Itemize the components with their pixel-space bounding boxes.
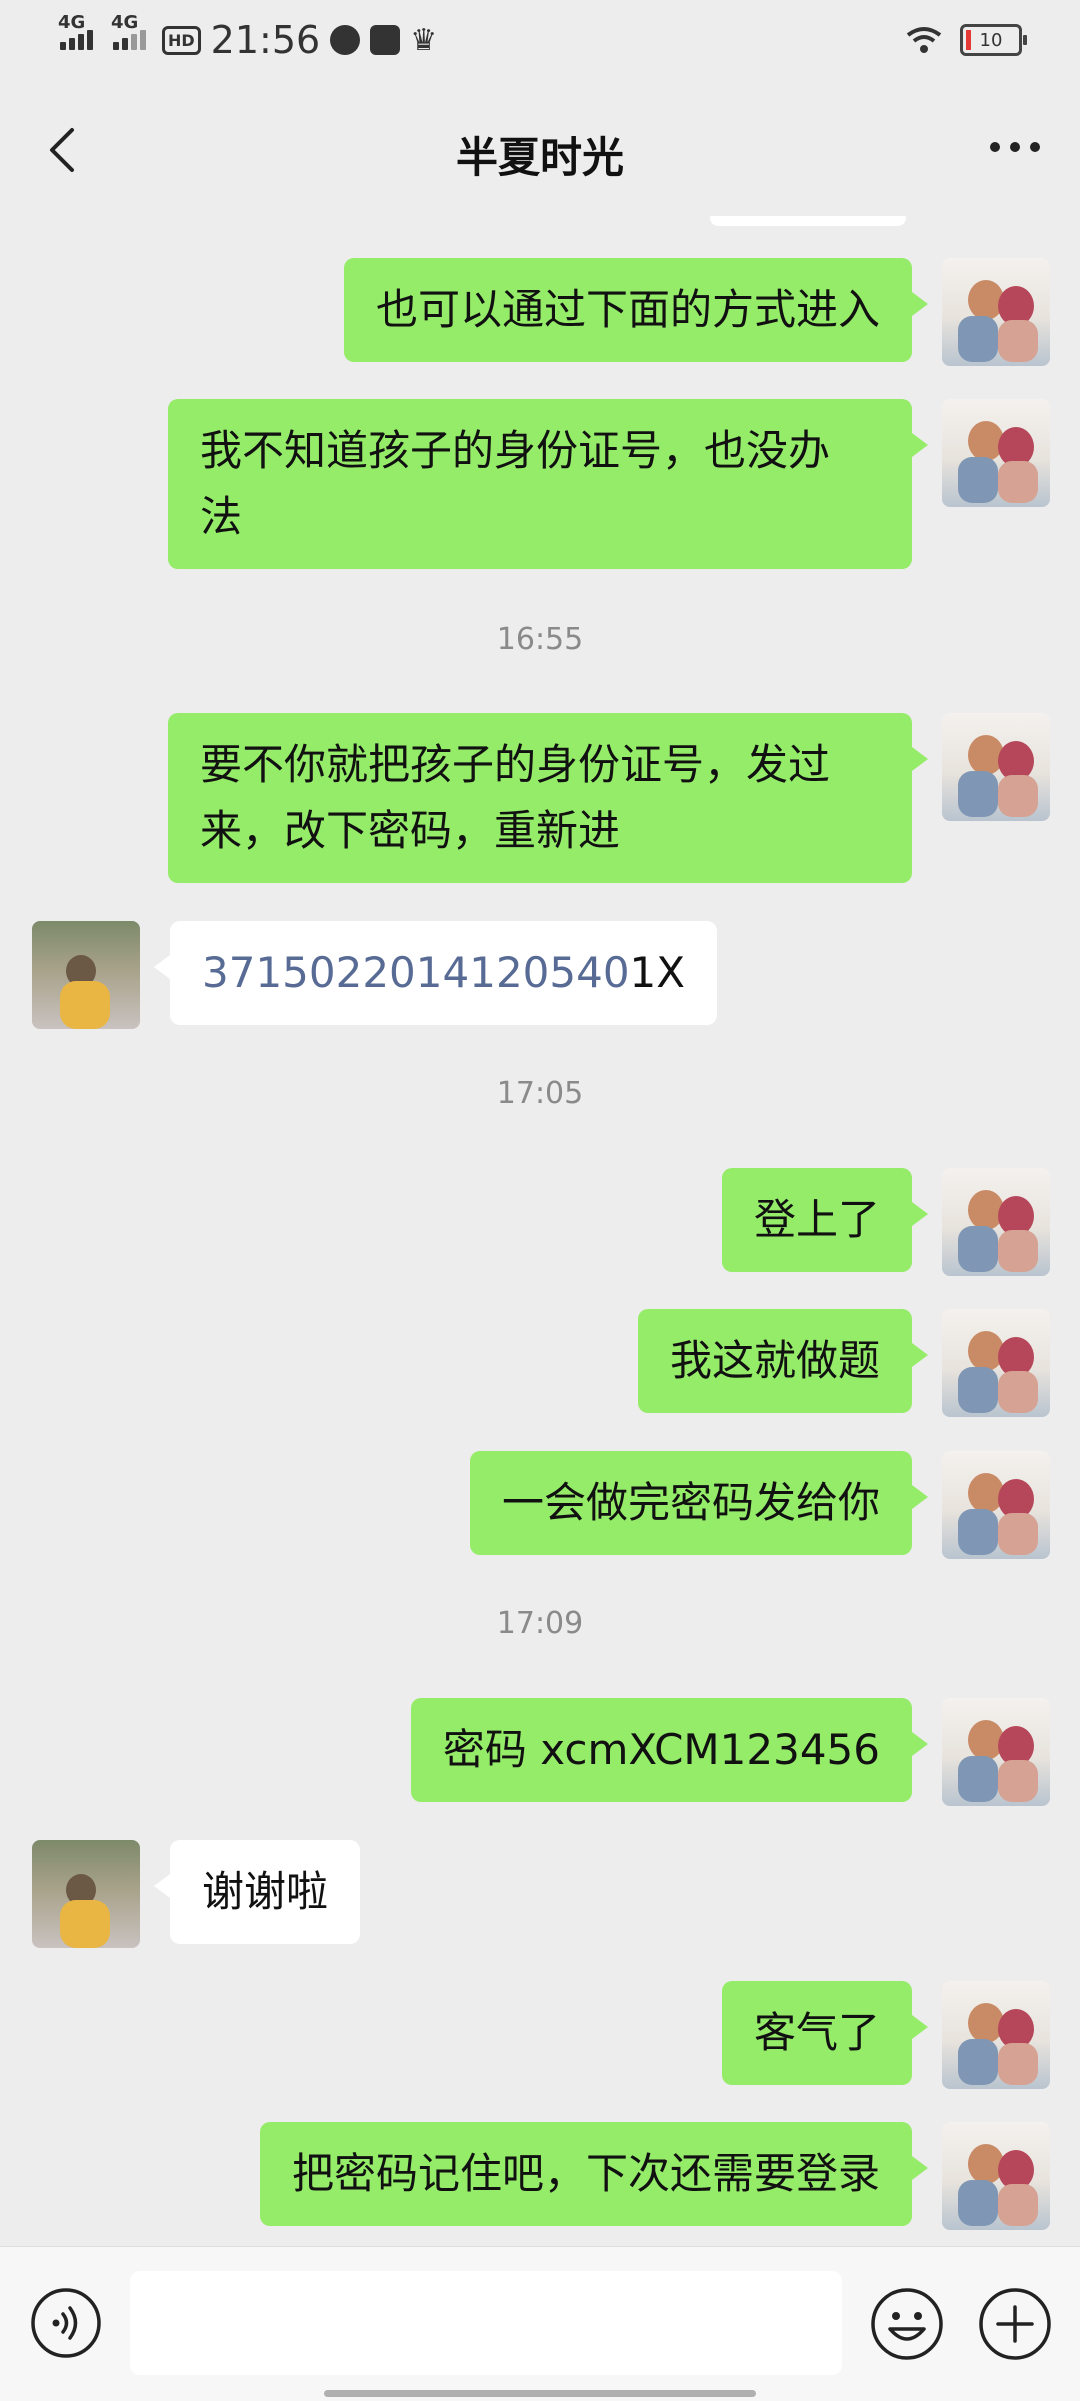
timestamp: 16:55 <box>496 622 584 657</box>
hd-badge: HD <box>162 25 201 55</box>
app-notification-icon <box>330 25 361 55</box>
chat-title: 半夏时光 <box>455 133 624 182</box>
message-row: 谢谢啦 <box>32 1840 361 1948</box>
sent-message-bubble[interactable]: 把密码记住吧，下次还需要登录 <box>259 2122 929 2226</box>
my-avatar[interactable] <box>942 713 1050 821</box>
previous-message-bubble <box>710 216 906 226</box>
timestamp: 17:05 <box>496 1076 584 1111</box>
message-row: 也可以通过下面的方式进入 <box>343 258 1050 366</box>
battery-icon: 10 <box>960 24 1027 56</box>
contact-avatar[interactable] <box>32 1840 140 1948</box>
message-row: 我这就做题 <box>637 1309 1050 1417</box>
sent-message-bubble[interactable]: 一会做完密码发给你 <box>469 1451 929 1555</box>
received-message-bubble[interactable]: 谢谢啦 <box>153 1840 361 1944</box>
my-avatar[interactable] <box>942 1698 1050 1806</box>
message-row: 我不知道孩子的身份证号，也没办 法 <box>168 399 1050 569</box>
timestamp: 17:09 <box>496 1606 584 1641</box>
message-list[interactable]: 也可以通过下面的方式进入 我不知道孩子的身份证号，也没办 法 16:55 要不你… <box>0 216 1080 2246</box>
emoji-icon[interactable] <box>870 2287 944 2361</box>
crown-icon: ♛ <box>410 22 438 58</box>
received-message-bubble[interactable]: 37150220141205401X <box>153 921 718 1025</box>
id-number-link[interactable]: 3715022014120540 <box>202 948 630 997</box>
status-time: 21:56 <box>210 18 321 62</box>
message-row: 37150220141205401X <box>32 921 718 1029</box>
message-row: 一会做完密码发给你 <box>469 1451 1050 1559</box>
my-avatar[interactable] <box>942 2122 1050 2230</box>
my-avatar[interactable] <box>942 1168 1050 1276</box>
wifi-icon <box>906 27 942 53</box>
sent-message-bubble[interactable]: 我不知道孩子的身份证号，也没办 法 <box>168 399 928 569</box>
my-avatar[interactable] <box>942 258 1050 366</box>
sent-message-bubble[interactable]: 密码 xcmXCM123456 <box>410 1698 929 1802</box>
plus-icon[interactable] <box>978 2287 1052 2361</box>
sent-message-bubble[interactable]: 客气了 <box>721 1981 929 2085</box>
message-row: 客气了 <box>721 1981 1050 2089</box>
my-avatar[interactable] <box>942 1451 1050 1559</box>
message-text: 1X <box>629 948 686 997</box>
chat-header: 半夏时光 <box>0 86 1080 216</box>
cellular-signal-icon-2: 4G <box>111 12 146 50</box>
contact-avatar[interactable] <box>32 921 140 1029</box>
more-icon[interactable] <box>990 142 1040 152</box>
message-row: 密码 xcmXCM123456 <box>410 1698 1050 1806</box>
sent-message-bubble[interactable]: 也可以通过下面的方式进入 <box>343 258 929 362</box>
cellular-signal-icon: 4G <box>58 12 93 50</box>
sent-message-bubble[interactable]: 要不你就把孩子的身份证号，发过 来，改下密码，重新进 <box>168 713 928 883</box>
gallery-notification-icon <box>370 25 401 55</box>
network-type-label-2: 4G <box>111 12 139 33</box>
my-avatar[interactable] <box>942 1309 1050 1417</box>
my-avatar[interactable] <box>942 399 1050 507</box>
home-indicator[interactable] <box>324 2390 756 2397</box>
input-bar <box>0 2246 1080 2401</box>
message-row: 登上了 <box>721 1168 1050 1276</box>
sent-message-bubble[interactable]: 我这就做题 <box>637 1309 929 1413</box>
voice-icon[interactable] <box>30 2287 102 2359</box>
network-type-label: 4G <box>58 12 86 33</box>
sent-message-bubble[interactable]: 登上了 <box>721 1168 929 1272</box>
message-input[interactable] <box>130 2271 842 2375</box>
battery-level: 10 <box>979 29 1003 51</box>
message-row: 把密码记住吧，下次还需要登录 <box>259 2122 1050 2230</box>
status-bar: 4G 4G HD 21:56 ♛ 10 <box>0 0 1080 86</box>
message-row: 要不你就把孩子的身份证号，发过 来，改下密码，重新进 <box>168 713 1050 883</box>
my-avatar[interactable] <box>942 1981 1050 2089</box>
